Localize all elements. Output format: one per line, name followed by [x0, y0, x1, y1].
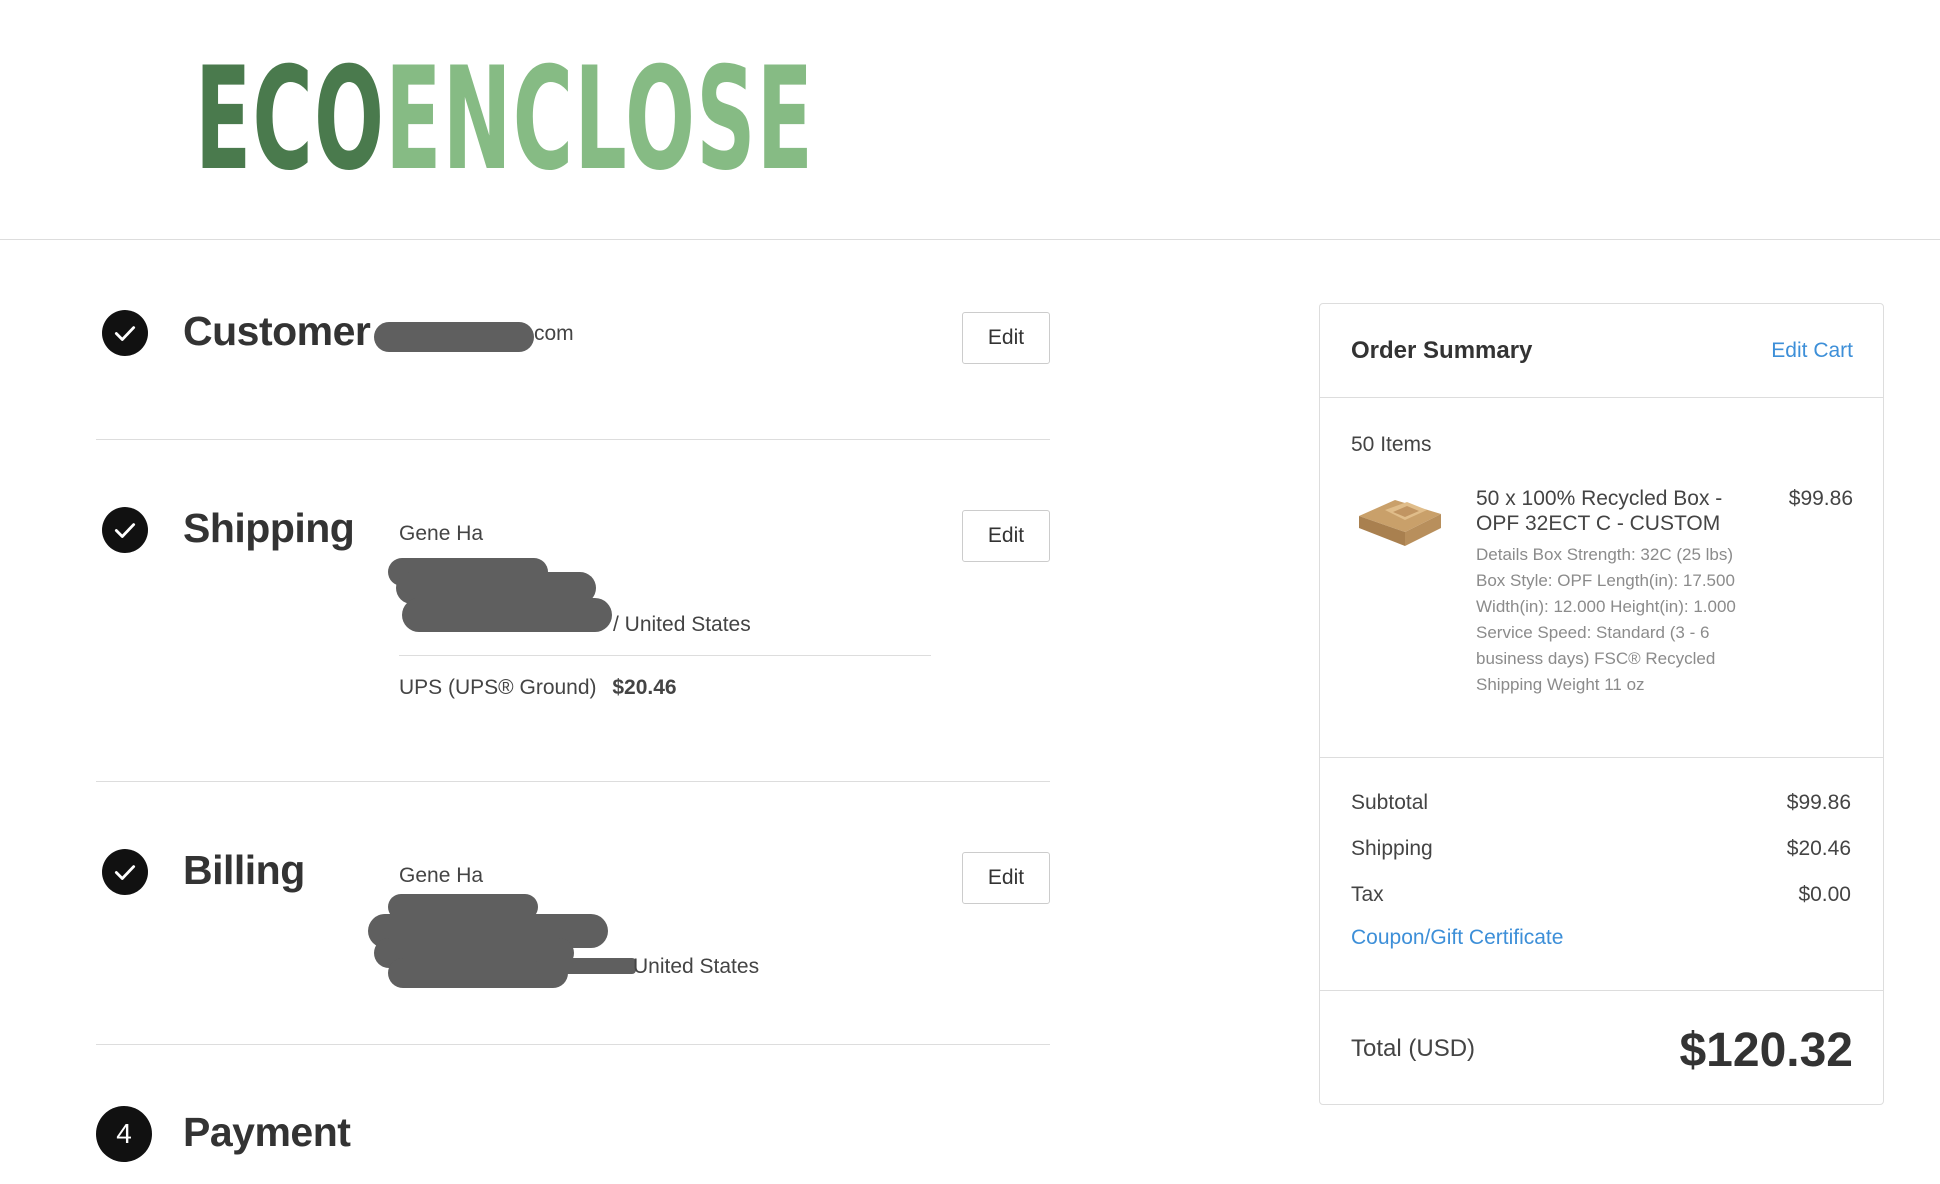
shipping-method: UPS (UPS® Ground) $20.46 — [399, 676, 677, 700]
billing-edit-button[interactable]: Edit — [962, 852, 1050, 904]
payment-step: 4 Payment — [96, 1045, 1050, 1184]
shipping-cost-row: Shipping $20.46 — [1351, 837, 1851, 861]
billing-step: Billing Gene Ha United States Edit — [96, 782, 1050, 1045]
shipping-edit-button[interactable]: Edit — [962, 510, 1050, 562]
billing-country: United States — [633, 955, 760, 978]
redacted-billing-address — [536, 958, 636, 974]
shipping-cost-value: $20.46 — [1786, 837, 1851, 860]
customer-complete-check-icon — [102, 310, 148, 356]
logo-enclose-text: ENCLOSE — [385, 37, 815, 202]
total-amount: $120.32 — [1679, 1024, 1853, 1077]
coupon-gift-certificate-link[interactable]: Coupon/Gift Certificate — [1351, 926, 1563, 950]
billing-name: Gene Ha — [399, 864, 484, 887]
tax-value: $0.00 — [1798, 883, 1851, 906]
total-label: Total (USD) — [1351, 1035, 1476, 1062]
customer-edit-button[interactable]: Edit — [962, 312, 1050, 364]
shipping-cost-label: Shipping — [1351, 837, 1433, 860]
subtotal-row: Subtotal $99.86 — [1351, 791, 1851, 815]
tax-row: Tax $0.00 — [1351, 883, 1851, 907]
payment-step-title: Payment — [183, 1109, 351, 1155]
shipping-method-name: UPS (UPS® Ground) — [399, 676, 597, 699]
order-summary-title: Order Summary — [1351, 337, 1533, 364]
billing-complete-check-icon — [102, 849, 148, 895]
customer-step-title: Customer — [183, 308, 371, 354]
shipping-step: Shipping Gene Ha / United States UPS (UP… — [96, 440, 1050, 782]
product-details: Details Box Strength: 32C (25 lbs) Box S… — [1476, 545, 1736, 694]
billing-step-title: Billing — [183, 847, 305, 893]
order-total-section: Total (USD) $120.32 — [1320, 991, 1883, 1104]
site-header: ECO ENCLOSE — [0, 0, 1940, 240]
product-thumbnail — [1355, 486, 1445, 556]
product-name: 50 x 100% Recycled Box - OPF 32ECT C - C… — [1476, 487, 1723, 535]
order-items-section: 50 Items 50 x 100% Recycled Box - OPF 32… — [1320, 398, 1883, 758]
subtotal-label: Subtotal — [1351, 791, 1429, 814]
product-price: $99.86 — [1788, 487, 1853, 510]
tax-label: Tax — [1351, 883, 1384, 906]
ecoenclose-logo[interactable]: ECO ENCLOSE — [195, 37, 815, 202]
order-totals-section: Subtotal $99.86 Shipping $20.46 Tax $0.0… — [1320, 758, 1883, 991]
customer-email-suffix: com — [534, 322, 574, 345]
shipping-country: / United States — [613, 613, 751, 636]
order-summary-header: Order Summary Edit Cart — [1320, 304, 1883, 398]
redacted-email — [374, 322, 534, 352]
customer-step: Customer com Edit — [96, 302, 1050, 440]
order-summary: Order Summary Edit Cart 50 Items 50 x 10… — [1319, 303, 1884, 1105]
shipping-complete-check-icon — [102, 507, 148, 553]
subtotal-value: $99.86 — [1786, 791, 1851, 814]
logo-eco-text: ECO — [195, 37, 386, 202]
shipping-divider — [399, 655, 931, 656]
shipping-step-title: Shipping — [183, 505, 355, 551]
shipping-name: Gene Ha — [399, 522, 484, 545]
payment-step-number: 4 — [96, 1106, 152, 1162]
redacted-shipping-address — [402, 598, 612, 632]
items-count: 50 Items — [1351, 433, 1432, 456]
shipping-method-price: $20.46 — [612, 676, 677, 699]
edit-cart-link[interactable]: Edit Cart — [1771, 339, 1853, 363]
